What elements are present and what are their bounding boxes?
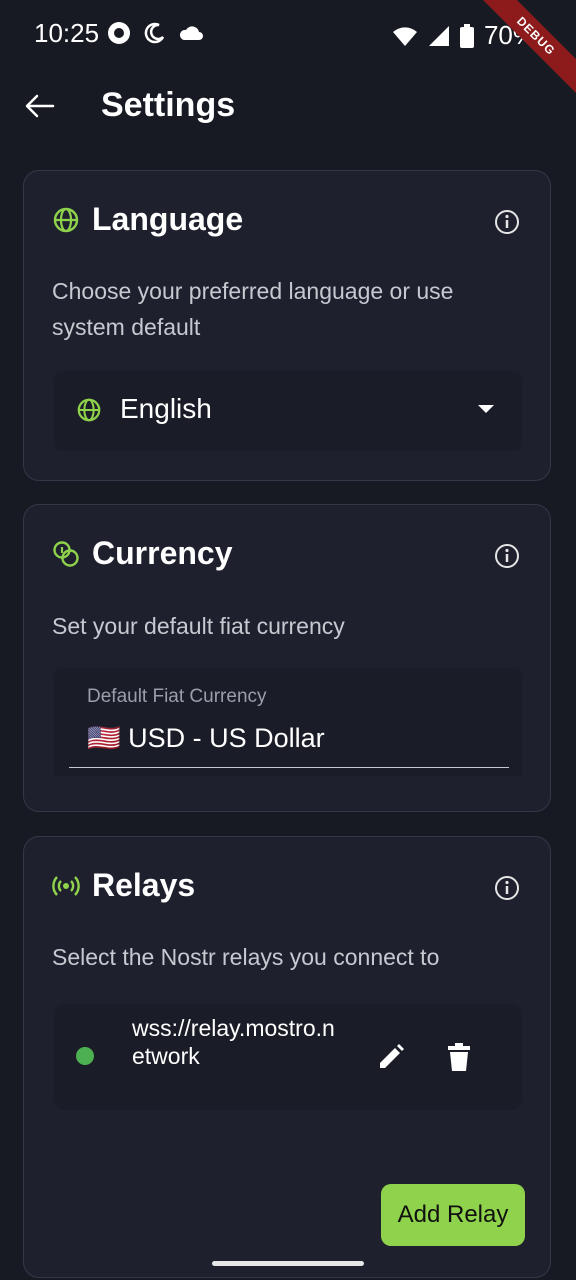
default-currency-field[interactable]: Default Fiat Currency 🇺🇸 USD - US Dollar	[54, 668, 522, 776]
globe-icon	[77, 398, 101, 422]
trash-icon	[448, 1043, 470, 1071]
currency-card: Currency Set your default fiat currency …	[23, 504, 551, 812]
language-card-header: Language	[52, 201, 243, 238]
currency-card-title: Currency	[92, 535, 233, 571]
relay-url: wss://relay.mostro.network	[132, 1015, 335, 1069]
info-icon	[495, 544, 519, 568]
language-dropdown[interactable]: English	[54, 371, 522, 451]
signal-icon	[428, 25, 449, 46]
language-info-button[interactable]	[494, 209, 520, 235]
relays-card-description: Select the Nostr relays you connect to	[52, 944, 440, 970]
back-button[interactable]	[20, 86, 60, 126]
relay-status-indicator	[76, 1047, 94, 1065]
edit-relay-button[interactable]	[376, 1042, 406, 1072]
currency-field-text: USD - US Dollar	[128, 723, 325, 753]
status-bar: 10:25 70% DEBUG	[0, 0, 576, 102]
page-title: Settings	[101, 86, 236, 124]
info-icon	[495, 210, 519, 234]
moon-icon	[144, 22, 165, 44]
coins-icon	[53, 540, 79, 567]
language-card-description: Choose your preferred language or use sy…	[52, 278, 454, 340]
app-notification-icon	[108, 22, 130, 44]
antenna-icon	[52, 875, 80, 896]
cloud-icon	[179, 26, 203, 40]
currency-card-header: Currency	[52, 535, 233, 572]
language-selected-value: English	[120, 393, 212, 424]
currency-card-description: Set your default fiat currency	[52, 613, 345, 639]
home-indicator[interactable]	[212, 1261, 364, 1266]
status-time: 10:25	[34, 18, 100, 48]
currency-field-underline	[69, 767, 509, 768]
wifi-icon	[392, 26, 417, 46]
notification-icons	[106, 20, 204, 46]
currency-info-button[interactable]	[494, 543, 520, 569]
battery-icon	[459, 23, 474, 48]
relay-list-item: wss://relay.mostro.network	[54, 1004, 522, 1110]
relays-card-title: Relays	[92, 867, 196, 903]
language-card: Language Choose your preferred language …	[23, 170, 551, 481]
relays-card-header: Relays	[52, 867, 195, 904]
currency-field-label: Default Fiat Currency	[87, 686, 267, 707]
info-icon	[495, 876, 519, 900]
relays-info-button[interactable]	[494, 875, 520, 901]
pencil-icon	[380, 1044, 404, 1068]
app-bar: Settings	[0, 70, 576, 150]
language-card-title: Language	[92, 201, 244, 237]
arrow-back-icon	[25, 94, 55, 118]
add-relay-button[interactable]: Add Relay	[381, 1184, 525, 1246]
delete-relay-button[interactable]	[446, 1042, 472, 1072]
globe-icon	[53, 207, 79, 232]
dropdown-arrow-icon	[478, 405, 494, 413]
relays-card: Relays Select the Nostr relays you conne…	[23, 836, 551, 1278]
us-flag-icon: 🇺🇸	[87, 723, 121, 753]
currency-field-value: 🇺🇸 USD - US Dollar	[87, 722, 325, 754]
